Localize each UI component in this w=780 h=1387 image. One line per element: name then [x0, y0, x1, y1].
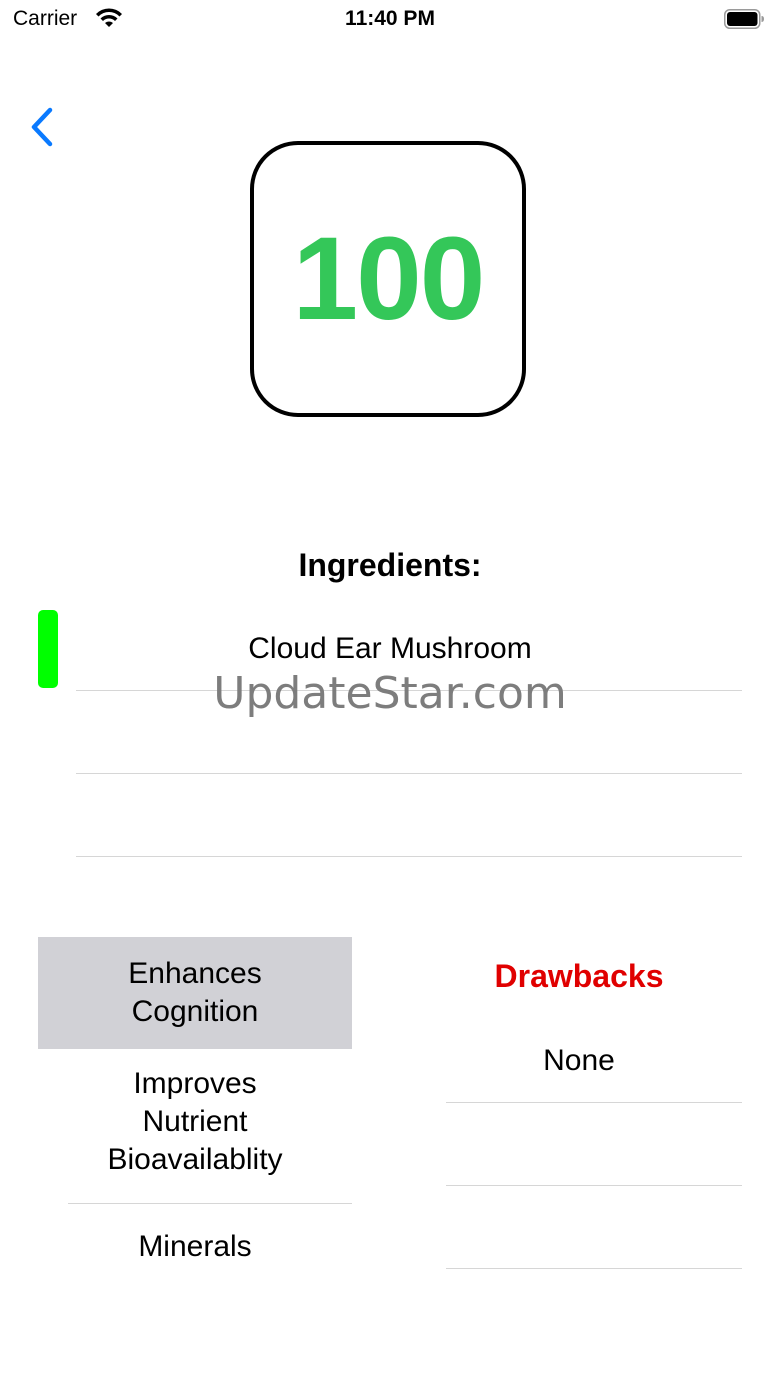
- ingredients-title: Ingredients:: [298, 547, 482, 583]
- screen: Carrier 11:40 PM 100 Ingredients: Cloud …: [0, 0, 780, 1387]
- status-bar: Carrier 11:40 PM: [0, 0, 780, 40]
- benefit-label: Minerals: [138, 1230, 252, 1263]
- score-value: 100: [292, 213, 486, 345]
- score-box: 100: [250, 141, 526, 417]
- drawback-row[interactable]: None: [446, 1020, 742, 1103]
- benefit-row[interactable]: Improves Nutrient Bioavailablity: [38, 1049, 352, 1204]
- row-divider: [446, 1268, 742, 1269]
- status-time: 11:40 PM: [345, 7, 435, 30]
- ingredient-row[interactable]: [0, 774, 780, 857]
- ingredient-label: Cloud Ear Mushroom: [248, 632, 532, 665]
- benefits-list: Enhances Cognition Improves Nutrient Bio…: [38, 937, 352, 1287]
- benefit-label: Enhances Cognition: [128, 957, 262, 1028]
- ingredient-list: Cloud Ear Mushroom: [0, 608, 780, 857]
- benefit-label: Improves Nutrient Bioavailablity: [107, 1067, 283, 1176]
- drawbacks-title: Drawbacks: [494, 958, 664, 994]
- drawback-row[interactable]: [446, 1103, 742, 1186]
- chevron-left-icon[interactable]: [26, 104, 62, 150]
- drawback-row[interactable]: [446, 1186, 742, 1269]
- battery-icon: [724, 9, 764, 29]
- drawback-list: None: [446, 1020, 742, 1269]
- drawback-label: None: [543, 1044, 615, 1077]
- row-divider: [76, 856, 742, 857]
- watermark: UpdateStar.com: [213, 668, 567, 719]
- benefit-row[interactable]: Minerals: [38, 1204, 352, 1287]
- benefit-row[interactable]: Enhances Cognition: [38, 937, 352, 1049]
